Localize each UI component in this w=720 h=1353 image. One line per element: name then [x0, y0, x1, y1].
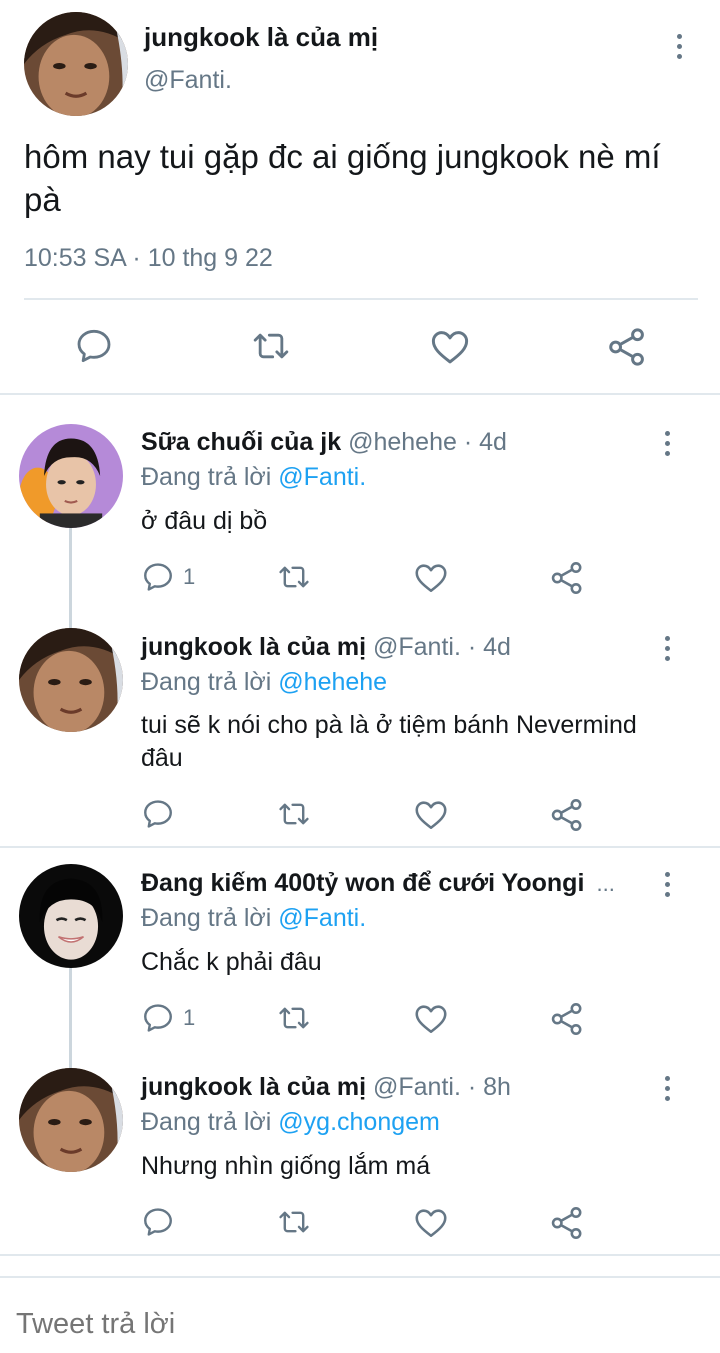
replying-to-link[interactable]: @Fanti.: [278, 463, 366, 491]
reply-like-icon[interactable]: [413, 1001, 449, 1037]
reply-retweet-icon[interactable]: [275, 1001, 313, 1035]
main-handle[interactable]: @Fanti.: [144, 66, 232, 95]
main-share-icon[interactable]: [606, 326, 648, 368]
reply-avatar[interactable]: [19, 628, 123, 732]
main-avatar[interactable]: [24, 12, 128, 116]
reply-retweet-icon[interactable]: [275, 1205, 313, 1239]
reply-compose-bar: [0, 1276, 720, 1353]
reply-retweet-icon[interactable]: [275, 797, 313, 831]
reply-more-options-icon[interactable]: [662, 872, 672, 897]
replying-to-link[interactable]: @Fanti.: [278, 904, 366, 932]
reply-meta[interactable]: @Fanti. · 8h: [366, 1073, 511, 1101]
reply-text: ở đâu dị bồ: [141, 507, 268, 535]
avatar-photo: [19, 628, 123, 732]
reply-meta[interactable]: @hehehe · 4d: [341, 428, 507, 456]
reply-display-name[interactable]: jungkook là của mị: [141, 633, 366, 661]
divider: [0, 393, 720, 395]
replying-label: Đang trả lời: [141, 904, 279, 932]
reply-like-icon[interactable]: [413, 1205, 449, 1241]
reply-count: 1: [183, 564, 196, 589]
reply-share-icon[interactable]: [549, 1205, 585, 1241]
reply-display-name[interactable]: Đang kiếm 400tỷ won để cưới Yoongi: [141, 869, 584, 897]
divider: [0, 1254, 720, 1256]
avatar-photo: [24, 12, 128, 116]
replying-label: Đang trả lời: [141, 463, 279, 491]
reply-reply-icon[interactable]: [141, 1205, 175, 1239]
avatar-photo: [19, 1068, 123, 1172]
reply-meta[interactable]: @Fanti. · 4d: [366, 633, 511, 661]
reply-compose-input[interactable]: [16, 1308, 696, 1341]
reply-like-icon[interactable]: [413, 560, 449, 596]
reply-more-options-icon[interactable]: [662, 431, 672, 456]
main-more-options-icon[interactable]: [674, 34, 684, 59]
reply-more-options-icon[interactable]: [662, 1076, 672, 1101]
thread-connector: [69, 968, 72, 1068]
reply-text: tui sẽ k nói cho pà là ở tiệm bánh Never…: [141, 711, 637, 772]
reply-retweet-icon[interactable]: [275, 560, 313, 594]
avatar-photo: [19, 864, 123, 968]
reply-share-icon[interactable]: [549, 1001, 585, 1037]
reply-like-icon[interactable]: [413, 797, 449, 833]
main-display-name[interactable]: jungkook là của mị: [144, 22, 378, 53]
reply-reply-icon[interactable]: 1: [141, 1001, 195, 1035]
replying-to-link[interactable]: @yg.chongem: [278, 1108, 440, 1136]
thread-connector: [69, 528, 72, 628]
main-timestamp[interactable]: 10:53 SA · 10 thg 9 22: [24, 244, 273, 273]
replying-to-link[interactable]: @hehehe: [278, 668, 387, 696]
reply-share-icon[interactable]: [549, 797, 585, 833]
divider: [24, 298, 698, 300]
main-tweet-text: hôm nay tui gặp đc ai giống jungkook nè …: [24, 138, 661, 218]
replying-label: Đang trả lời: [141, 1108, 279, 1136]
reply-reply-icon[interactable]: [141, 797, 175, 831]
reply-avatar[interactable]: [19, 1068, 123, 1172]
avatar-photo: [19, 424, 123, 528]
reply-count: 1: [183, 1005, 196, 1030]
reply-share-icon[interactable]: [549, 560, 585, 596]
reply-text: Nhưng nhìn giống lắm má: [141, 1152, 431, 1180]
main-like-icon[interactable]: [429, 326, 471, 368]
reply-avatar[interactable]: [19, 424, 123, 528]
reply-display-name[interactable]: jungkook là của mị: [141, 1073, 366, 1101]
reply-meta[interactable]: ...: [590, 871, 615, 896]
reply-reply-icon[interactable]: 1: [141, 560, 195, 594]
reply-text: Chắc k phải đâu: [141, 948, 322, 976]
reply-display-name[interactable]: Sữa chuối của jk: [141, 428, 341, 456]
reply-more-options-icon[interactable]: [662, 636, 672, 661]
replying-label: Đang trả lời: [141, 668, 279, 696]
divider: [0, 846, 720, 848]
main-reply-icon[interactable]: [74, 326, 114, 366]
main-retweet-icon[interactable]: [249, 326, 293, 366]
reply-avatar[interactable]: [19, 864, 123, 968]
